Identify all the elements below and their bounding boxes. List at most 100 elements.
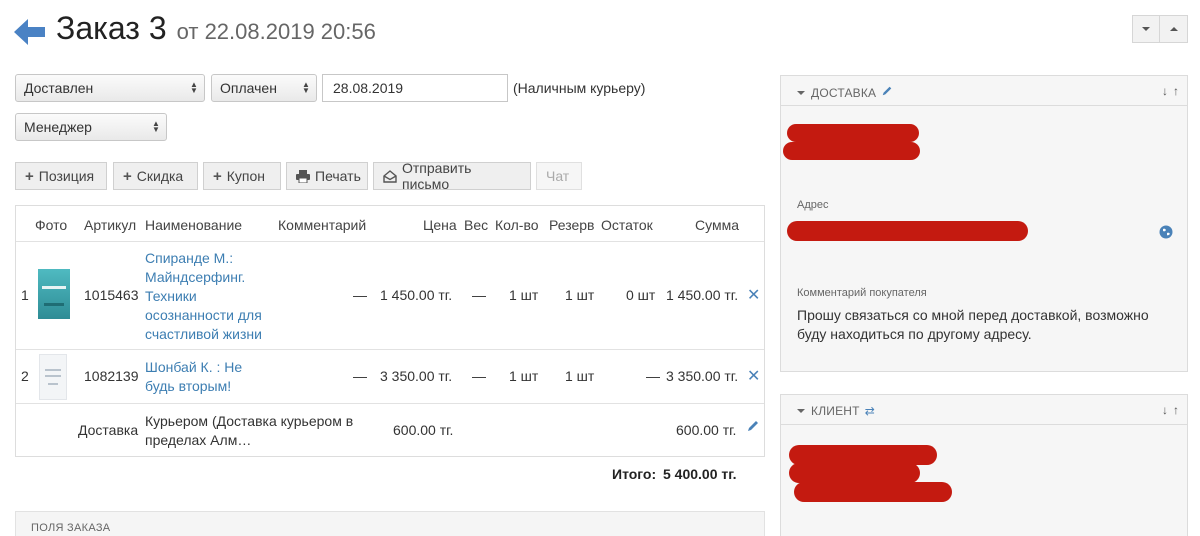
product-name-line: Шонбай К. : Не (145, 359, 243, 375)
manager-select[interactable]: Менеджер ▲ ▼ (15, 113, 167, 141)
send-email-button[interactable]: Отправить письмо (373, 160, 531, 192)
payment-method-text: (Наличным курьеру) (513, 80, 646, 96)
stock-cell: 0 шт (626, 287, 656, 303)
delivery-name-line: пределах Алм… (145, 432, 252, 448)
globe-map-icon[interactable] (1159, 225, 1173, 239)
divider (16, 241, 764, 242)
redacted-client-phone (789, 463, 920, 483)
row-number: 2 (21, 368, 29, 384)
divider (16, 349, 764, 350)
total-value: 5 400.00 тг. (663, 466, 737, 482)
edit-pencil-icon[interactable] (746, 419, 760, 438)
manager-select-value: Менеджер (24, 119, 92, 135)
row-number: 1 (21, 287, 29, 303)
next-order-button[interactable] (1132, 15, 1160, 43)
column-header-photo: Фото (35, 217, 68, 233)
delivery-method-name: Курьером (Доставка курьером в пределах А… (145, 412, 365, 450)
column-header-stock: Остаток (601, 217, 653, 233)
select-arrows-icon: ▲ ▼ (152, 119, 160, 134)
add-coupon-button[interactable]: + Купон (203, 162, 281, 190)
product-name-link[interactable]: Спиранде М.: Майндсерфинг. Техники осозн… (145, 249, 275, 344)
edit-pencil-icon[interactable] (881, 85, 893, 100)
product-name-line: Спиранде М.: (145, 250, 234, 266)
qty-cell[interactable]: 1 шт (509, 368, 538, 384)
column-header-qty: Кол-во (495, 217, 539, 233)
weight-cell: — (472, 287, 486, 303)
address-label: Адрес (797, 199, 829, 211)
printer-icon (296, 169, 310, 183)
redacted-phone (783, 142, 920, 160)
column-header-sku: Артикул (84, 217, 137, 233)
plus-icon: + (123, 167, 132, 185)
delete-icon[interactable]: ✕ (747, 366, 760, 386)
client-panel-title: КЛИЕНТ (811, 404, 860, 418)
select-arrows-icon: ▲ ▼ (190, 80, 198, 95)
order-fields-title[interactable]: ПОЛЯ ЗАКАЗА (31, 522, 110, 534)
book-cover-image[interactable] (38, 269, 70, 319)
order-items-table: Фото Артикул Наименование Комментарий Це… (15, 205, 765, 457)
delivery-panel-toggle[interactable]: ДОСТАВКА (797, 85, 893, 100)
delivery-panel-title: ДОСТАВКА (811, 85, 877, 100)
product-name-line: Майндсерфинг. (145, 269, 246, 285)
status-select[interactable]: Доставлен ▲ ▼ (15, 74, 205, 102)
order-date: от 22.08.2019 20:56 (176, 19, 376, 44)
plus-icon: + (25, 167, 34, 185)
delivery-price-cell: 600.00 тг. (393, 422, 454, 438)
add-position-label: Позиция (38, 168, 95, 184)
payment-select[interactable]: Оплачен ▲ ▼ (211, 74, 317, 102)
delivery-sum-cell: 600.00 тг. (676, 422, 737, 438)
redacted-name (787, 124, 919, 142)
column-header-reserve: Резерв (549, 217, 595, 233)
back-arrow-icon[interactable] (14, 18, 46, 46)
comment-cell[interactable]: — (353, 287, 367, 303)
collapse-caret-icon (797, 90, 805, 95)
print-label: Печать (315, 168, 361, 184)
cover-title-stripe (42, 286, 66, 289)
chevron-up-icon (1169, 27, 1178, 31)
stock-cell: — (646, 368, 660, 384)
comment-line: буду находиться по другому адресу. (797, 326, 1032, 342)
payment-date-input[interactable]: 28.08.2019 (322, 74, 508, 102)
column-header-price: Цена (423, 217, 457, 233)
sum-cell: 3 350.00 тг. (666, 368, 739, 384)
refresh-icon[interactable]: ⇄ (865, 404, 875, 418)
column-header-sum: Сумма (695, 217, 739, 233)
reserve-cell: 1 шт (565, 368, 595, 384)
column-header-name: Наименование (145, 217, 243, 233)
add-discount-button[interactable]: + Скидка (113, 162, 198, 190)
qty-cell[interactable]: 1 шт (509, 287, 538, 303)
comment-cell[interactable]: — (353, 368, 367, 384)
add-discount-label: Скидка (136, 168, 184, 184)
add-position-button[interactable]: + Позиция (15, 162, 107, 190)
client-panel: КЛИЕНТ ⇄ ↓ ↑ (780, 394, 1188, 536)
order-navigation (1132, 15, 1188, 43)
move-up-icon[interactable]: ↑ (1173, 403, 1179, 417)
move-up-icon[interactable]: ↑ (1173, 84, 1179, 98)
plus-icon: + (213, 167, 222, 185)
delivery-name-line: Курьером (Доставка курьером в (145, 413, 354, 429)
chat-button[interactable]: Чат (536, 162, 582, 190)
total-label: Итого: (612, 466, 657, 482)
send-email-label: Отправить письмо (402, 160, 472, 192)
move-down-icon[interactable]: ↓ (1162, 403, 1168, 417)
panel-move-controls: ↓ ↑ (1162, 403, 1179, 417)
cover-title-stripe (45, 375, 61, 377)
delivery-label: Доставка (78, 422, 139, 438)
book-cover-image[interactable] (39, 354, 67, 400)
envelope-icon (383, 169, 397, 183)
panel-move-controls: ↓ ↑ (1162, 84, 1179, 98)
cover-title-stripe (45, 369, 61, 371)
move-down-icon[interactable]: ↓ (1162, 84, 1168, 98)
cover-author-stripe (48, 383, 58, 385)
print-button[interactable]: Печать (286, 162, 368, 190)
payment-select-value: Оплачен (220, 80, 277, 96)
client-panel-toggle[interactable]: КЛИЕНТ ⇄ (797, 404, 875, 418)
delivery-panel-header: ДОСТАВКА ↓ ↑ (781, 76, 1187, 106)
product-name-line: будь вторым! (145, 378, 232, 394)
product-name-line: осознанности для (145, 307, 262, 323)
sku-cell: 1082139 (84, 368, 139, 384)
prev-order-button[interactable] (1160, 15, 1188, 43)
product-name-link[interactable]: Шонбай К. : Не будь вторым! (145, 358, 275, 396)
redacted-client-email (794, 482, 952, 502)
delete-icon[interactable]: ✕ (747, 285, 760, 305)
